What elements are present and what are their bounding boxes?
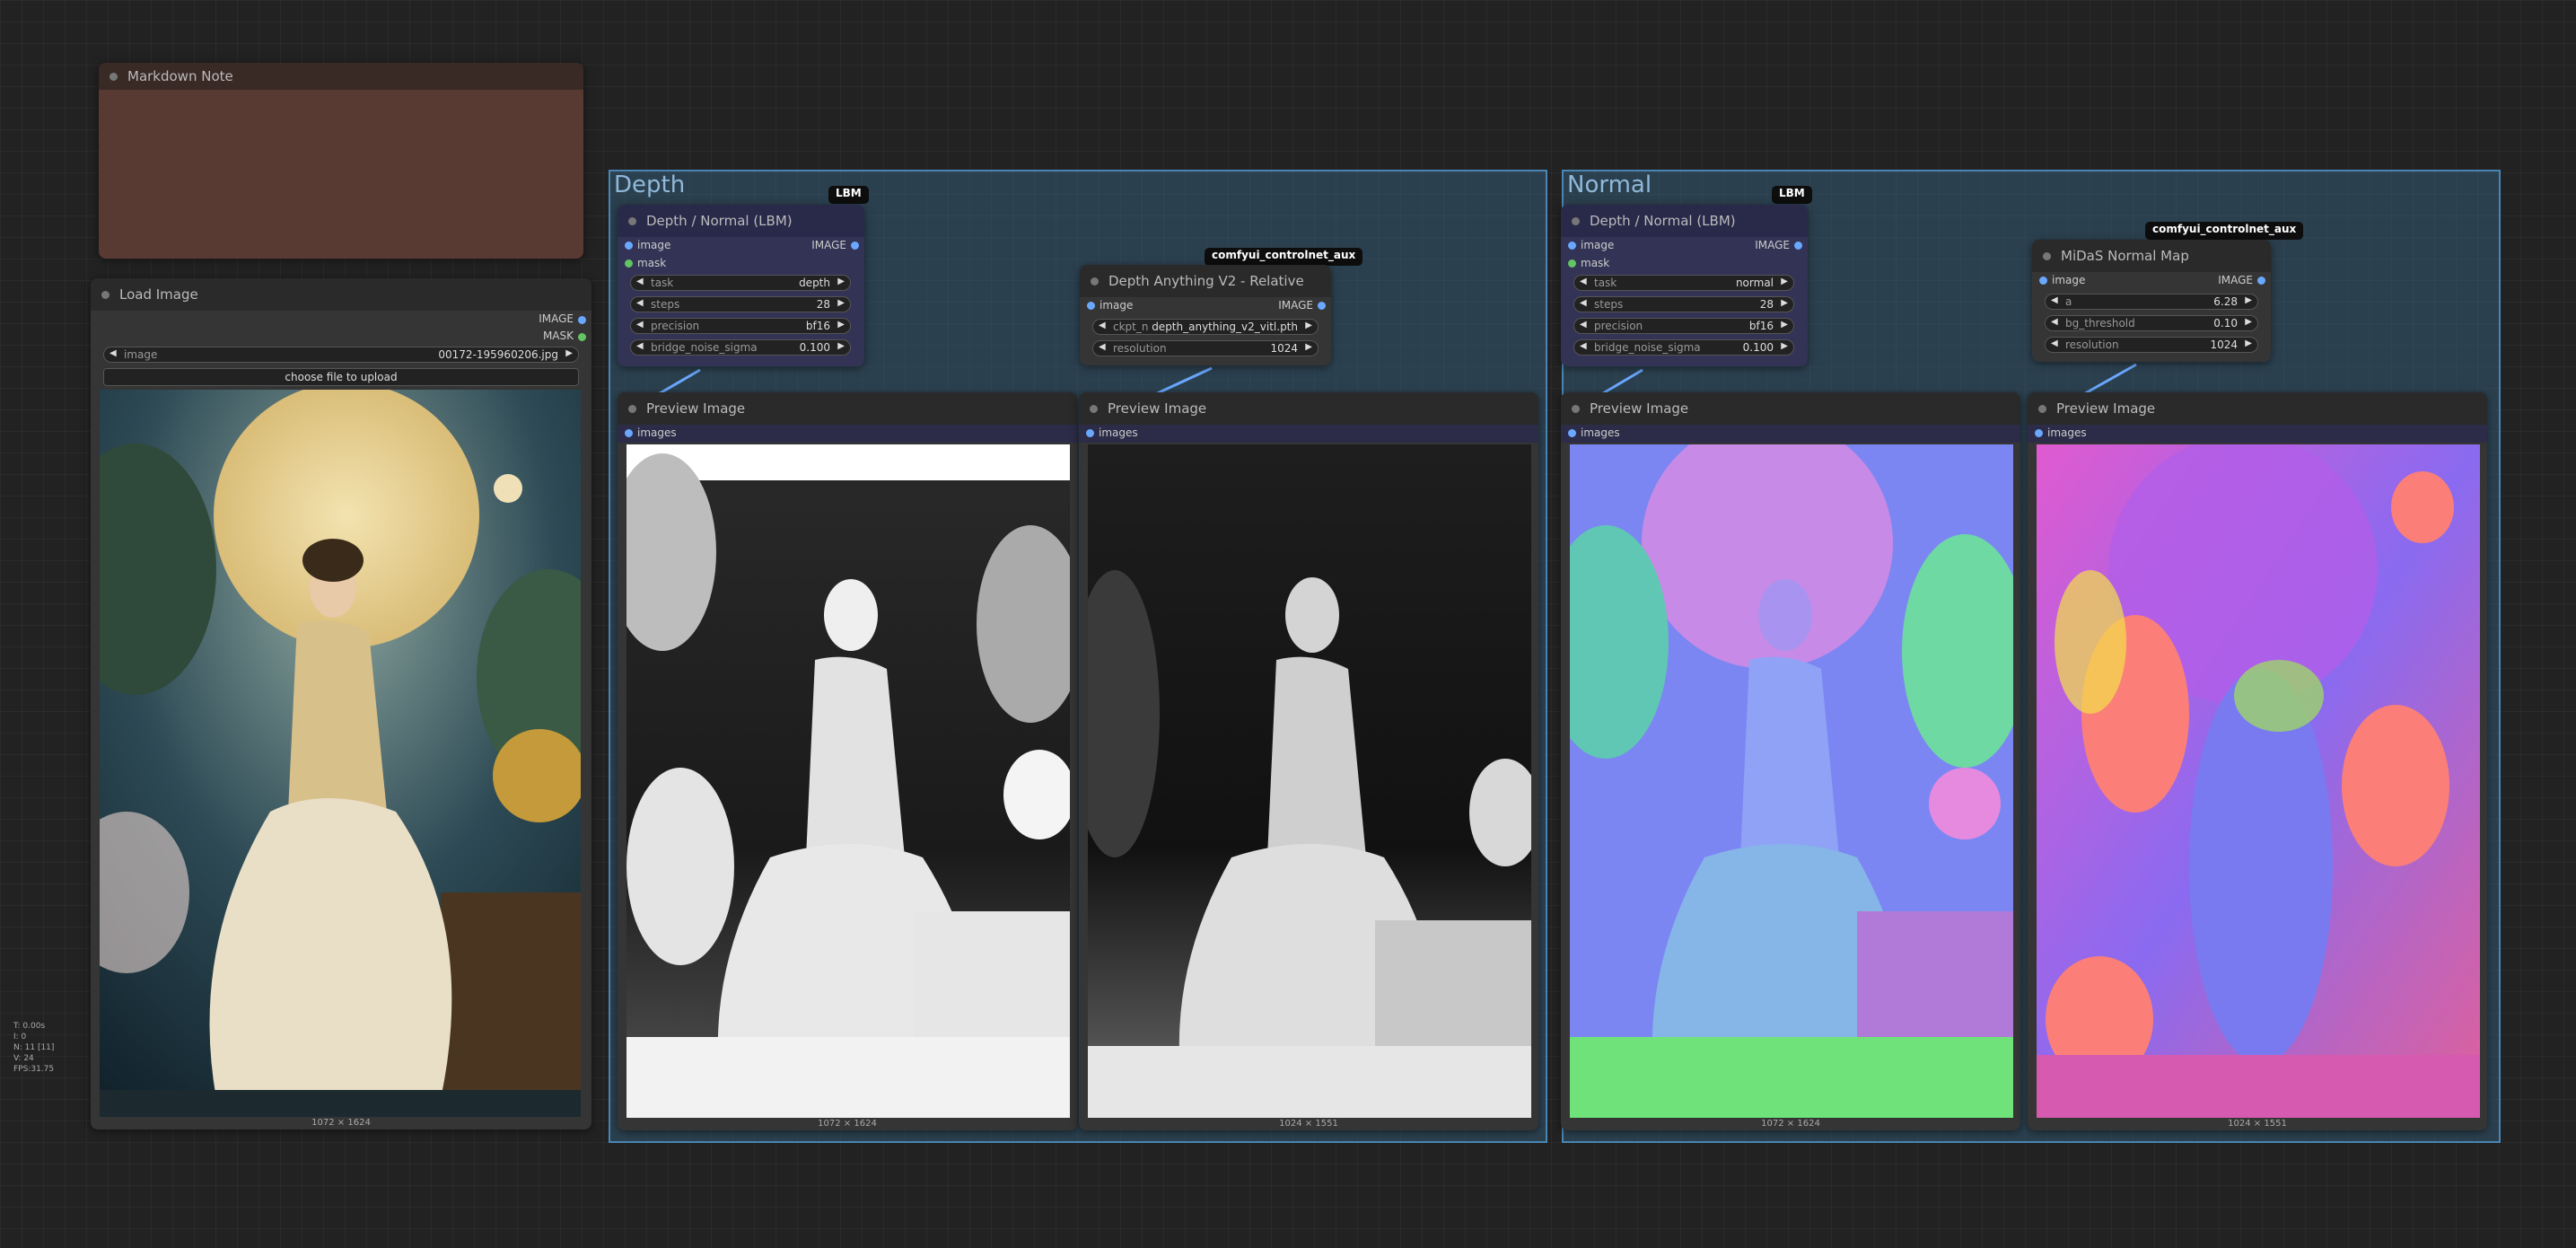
input-image-label: image <box>637 239 671 251</box>
collapse-dot[interactable] <box>628 405 636 413</box>
input-mask-dot[interactable] <box>625 259 633 268</box>
stats-overlay: T: 0.00s I: 0 N: 11 [11] V: 24 FPS:31.75 <box>13 1021 54 1075</box>
preview-image <box>1088 444 1531 1118</box>
controlnet-aux-badge: comfyui_controlnet_aux <box>2145 222 2304 240</box>
node-title: Preview Image <box>2056 400 2156 417</box>
midas-normal-image <box>2037 444 2480 1118</box>
preview-image <box>1570 444 2013 1118</box>
preview-image <box>2037 444 2480 1118</box>
depth-lbm-node[interactable]: Depth / Normal (LBM) image mask IMAGE ◀ t… <box>618 205 864 366</box>
bg-threshold-number[interactable]: ◀ bg_threshold 0.10 ▶ <box>2045 315 2258 331</box>
input-images-label: images <box>1099 426 1138 439</box>
node-header[interactable]: Preview Image <box>618 392 1077 425</box>
input-images-dot[interactable] <box>2035 429 2043 437</box>
depth-anything-node[interactable]: Depth Anything V2 - Relative image IMAGE… <box>1080 265 1331 365</box>
stat-time: T: 0.00s <box>13 1022 46 1031</box>
node-title: Depth Anything V2 - Relative <box>1108 273 1304 289</box>
collapse-dot[interactable] <box>1572 405 1580 413</box>
image-dimensions: 1024 × 1551 <box>2228 1119 2287 1129</box>
node-title: MiDaS Normal Map <box>2061 248 2189 264</box>
a-number[interactable]: ◀ a 6.28 ▶ <box>2045 294 2258 310</box>
steps-number[interactable]: ◀ steps 28 ▶ <box>1573 296 1794 312</box>
input-images-dot[interactable] <box>625 429 633 437</box>
preview-image-node[interactable]: Preview Image images 1024 × 1551 <box>1079 392 1538 1130</box>
output-image-label: IMAGE <box>811 239 846 251</box>
task-combo[interactable]: ◀ task normal ▶ <box>1573 275 1794 291</box>
image-dimensions: 1072 × 1624 <box>1761 1119 1820 1129</box>
input-image-label: image <box>1100 299 1134 312</box>
ckpt-name-combo[interactable]: ◀ ckpt_n depth_anything_v2_vitl.pth ▶ <box>1092 319 1319 335</box>
input-images-label: images <box>2047 426 2087 439</box>
node-title: Preview Image <box>1590 400 1689 417</box>
input-image-label: image <box>1581 239 1615 251</box>
output-image-label: IMAGE <box>2218 274 2253 286</box>
lbm-badge: LBM <box>1772 186 1812 204</box>
bridge-noise-sigma-number[interactable]: ◀ bridge_noise_sigma 0.100 ▶ <box>630 339 851 356</box>
depth-map-image <box>626 444 1070 1118</box>
input-image-dot[interactable] <box>625 242 633 250</box>
node-header[interactable]: Depth / Normal (LBM) <box>1561 205 1808 237</box>
node-header[interactable]: Preview Image <box>1561 392 2020 425</box>
normal-map-image <box>1570 444 2013 1118</box>
stat-v: V: 24 <box>13 1054 34 1063</box>
input-image-dot[interactable] <box>2039 277 2047 285</box>
image-dimensions: 1072 × 1624 <box>818 1119 877 1129</box>
preview-image <box>626 444 1070 1118</box>
input-images-dot[interactable] <box>1568 429 1576 437</box>
midas-normal-node[interactable]: MiDaS Normal Map image IMAGE ◀ a 6.28 ▶ ◀ bg… <box>2032 240 2271 362</box>
output-image-dot[interactable] <box>1318 302 1326 310</box>
collapse-dot[interactable] <box>1091 277 1099 286</box>
preview-image-node[interactable]: Preview Image images 1024 × 1551 <box>2028 392 2487 1130</box>
node-header[interactable]: Preview Image <box>2028 392 2487 425</box>
collapse-dot[interactable] <box>1090 405 1098 413</box>
collapse-dot[interactable] <box>2043 252 2051 260</box>
input-images-dot[interactable] <box>1086 429 1094 437</box>
controlnet-aux-badge: comfyui_controlnet_aux <box>1205 248 1363 266</box>
node-title: Preview Image <box>1108 400 1207 417</box>
node-header[interactable]: Depth / Normal (LBM) <box>618 205 864 237</box>
preview-image-node[interactable]: Preview Image images 1072 × 1624 <box>1561 392 2020 1130</box>
stat-i: I: 0 <box>13 1033 27 1041</box>
output-image-dot[interactable] <box>851 242 859 250</box>
node-header[interactable]: Depth Anything V2 - Relative <box>1080 265 1331 297</box>
link-wire <box>2080 363 2137 398</box>
precision-combo[interactable]: ◀ precision bf16 ▶ <box>1573 318 1794 334</box>
input-mask-dot[interactable] <box>1568 259 1576 268</box>
resolution-number[interactable]: ◀ resolution 1024 ▶ <box>1092 340 1319 356</box>
input-mask-label: mask <box>1581 257 1610 269</box>
stat-nodes: N: 11 [11] <box>13 1043 55 1052</box>
image-dimensions: 1024 × 1551 <box>1279 1119 1338 1129</box>
output-image-label: IMAGE <box>1755 239 1790 251</box>
normal-lbm-node[interactable]: Depth / Normal (LBM) image mask IMAGE ◀ t… <box>1561 205 1808 366</box>
input-images-label: images <box>637 426 677 439</box>
node-title: Preview Image <box>646 400 746 417</box>
precision-combo[interactable]: ◀ precision bf16 ▶ <box>630 318 851 334</box>
node-title: Depth / Normal (LBM) <box>1590 213 1736 229</box>
output-image-dot[interactable] <box>1794 242 1802 250</box>
lbm-badge: LBM <box>828 186 869 204</box>
steps-number[interactable]: ◀ steps 28 ▶ <box>630 296 851 312</box>
input-image-dot[interactable] <box>1568 242 1576 250</box>
node-title: Depth / Normal (LBM) <box>646 213 793 229</box>
collapse-dot[interactable] <box>2038 405 2046 413</box>
output-image-label: IMAGE <box>1278 299 1313 312</box>
task-combo[interactable]: ◀ task depth ▶ <box>630 275 851 291</box>
preview-image-node[interactable]: Preview Image images 1072 × 1624 <box>618 392 1077 1130</box>
output-image-dot[interactable] <box>2257 277 2265 285</box>
input-image-dot[interactable] <box>1087 302 1095 310</box>
input-image-label: image <box>2052 274 2086 286</box>
input-mask-label: mask <box>637 257 667 269</box>
collapse-dot[interactable] <box>628 217 636 225</box>
stat-fps: FPS:31.75 <box>13 1065 55 1074</box>
collapse-dot[interactable] <box>1572 217 1580 225</box>
node-header[interactable]: Preview Image <box>1079 392 1538 425</box>
bridge-noise-sigma-number[interactable]: ◀ bridge_noise_sigma 0.100 ▶ <box>1573 339 1794 356</box>
depth-anything-image <box>1088 444 1531 1118</box>
resolution-number[interactable]: ◀ resolution 1024 ▶ <box>2045 337 2258 353</box>
node-header[interactable]: MiDaS Normal Map <box>2032 240 2271 272</box>
input-images-label: images <box>1581 426 1620 439</box>
